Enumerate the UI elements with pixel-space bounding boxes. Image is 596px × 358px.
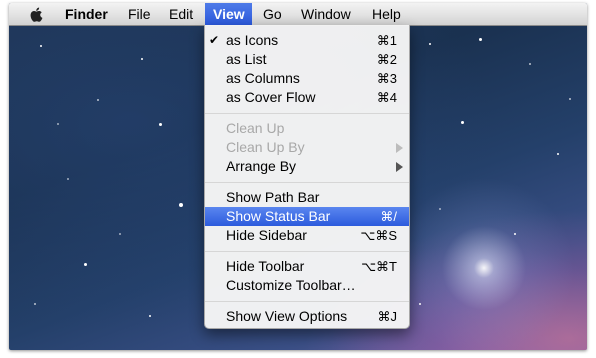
menu-help[interactable]: Help bbox=[364, 3, 409, 25]
menu-item-label: Clean Up By bbox=[226, 139, 305, 155]
menu-item-label: Customize Toolbar… bbox=[226, 277, 356, 293]
menu-separator bbox=[205, 251, 409, 252]
menu-item-label: as Cover Flow bbox=[226, 89, 316, 105]
star bbox=[67, 178, 69, 180]
star bbox=[84, 263, 87, 266]
menu-finder[interactable]: Finder bbox=[57, 3, 116, 25]
view-menu-dropdown: ✔ as Icons ⌘1 as List ⌘2 as Columns ⌘3 a… bbox=[204, 25, 410, 329]
menu-window[interactable]: Window bbox=[293, 3, 359, 25]
menu-item-label: as List bbox=[226, 51, 267, 67]
menu-item-clean-up: Clean Up bbox=[205, 119, 409, 138]
star bbox=[557, 153, 559, 155]
menu-view[interactable]: View bbox=[205, 3, 252, 25]
menu-item-as-icons[interactable]: ✔ as Icons ⌘1 bbox=[205, 31, 409, 50]
menu-item-hide-sidebar[interactable]: Hide Sidebar ⌥⌘S bbox=[205, 226, 409, 245]
menu-item-label: Hide Toolbar bbox=[226, 258, 305, 274]
star bbox=[119, 233, 121, 235]
menu-separator bbox=[205, 182, 409, 183]
star bbox=[419, 303, 421, 305]
menu-separator bbox=[205, 301, 409, 302]
star bbox=[429, 43, 431, 45]
star bbox=[34, 303, 36, 305]
star bbox=[479, 38, 482, 41]
menu-separator bbox=[205, 113, 409, 114]
menu-bar: Finder File Edit View Go Window Help bbox=[9, 3, 587, 26]
star bbox=[461, 121, 464, 124]
menu-item-label: Show View Options bbox=[226, 308, 348, 324]
menu-item-show-path-bar[interactable]: Show Path Bar bbox=[205, 188, 409, 207]
menu-item-shortcut: ⌘/ bbox=[380, 209, 397, 224]
menu-item-shortcut: ⌘J bbox=[377, 309, 398, 324]
menu-item-shortcut: ⌘3 bbox=[376, 71, 397, 86]
menu-item-label: Hide Sidebar bbox=[226, 227, 307, 243]
menu-item-shortcut: ⌘4 bbox=[376, 90, 397, 105]
apple-icon[interactable] bbox=[29, 6, 45, 23]
menu-item-as-columns[interactable]: as Columns ⌘3 bbox=[205, 69, 409, 88]
menu-item-label: Clean Up bbox=[226, 120, 285, 136]
menu-item-shortcut: ⌘1 bbox=[376, 33, 397, 48]
menu-item-shortcut: ⌘2 bbox=[376, 52, 397, 67]
star bbox=[514, 233, 516, 235]
menu-item-arrange-by[interactable]: Arrange By bbox=[205, 157, 409, 176]
menu-item-label: Show Status Bar bbox=[226, 208, 331, 224]
star bbox=[40, 45, 42, 47]
menu-item-customize-toolbar[interactable]: Customize Toolbar… bbox=[205, 276, 409, 295]
menu-go[interactable]: Go bbox=[255, 3, 290, 25]
menu-item-shortcut: ⌥⌘T bbox=[361, 259, 397, 274]
menu-item-show-view-options[interactable]: Show View Options ⌘J bbox=[205, 307, 409, 326]
checkmark-icon: ✔ bbox=[209, 33, 220, 47]
star bbox=[97, 99, 99, 101]
menu-file[interactable]: File bbox=[120, 3, 159, 25]
screen: Finder File Edit View Go Window Help ✔ a… bbox=[9, 3, 587, 350]
menu-item-label: as Icons bbox=[226, 32, 279, 48]
star bbox=[179, 203, 183, 207]
star bbox=[57, 123, 59, 125]
menu-item-hide-toolbar[interactable]: Hide Toolbar ⌥⌘T bbox=[205, 257, 409, 276]
menu-item-show-status-bar[interactable]: Show Status Bar ⌘/ bbox=[205, 207, 409, 226]
star bbox=[439, 208, 441, 210]
menu-edit[interactable]: Edit bbox=[161, 3, 201, 25]
menu-item-label: Arrange By bbox=[226, 158, 297, 174]
menu-item-as-cover-flow[interactable]: as Cover Flow ⌘4 bbox=[205, 88, 409, 107]
submenu-arrow-icon bbox=[396, 162, 403, 172]
star bbox=[569, 98, 571, 100]
menu-item-shortcut: ⌥⌘S bbox=[360, 228, 397, 243]
star bbox=[529, 63, 531, 65]
star bbox=[159, 123, 162, 126]
star bbox=[141, 58, 143, 60]
menu-item-label: Show Path Bar bbox=[226, 189, 320, 205]
menu-item-as-list[interactable]: as List ⌘2 bbox=[205, 50, 409, 69]
menu-item-label: as Columns bbox=[226, 70, 300, 86]
submenu-arrow-icon bbox=[396, 143, 403, 153]
star bbox=[149, 315, 151, 317]
menu-item-clean-up-by: Clean Up By bbox=[205, 138, 409, 157]
